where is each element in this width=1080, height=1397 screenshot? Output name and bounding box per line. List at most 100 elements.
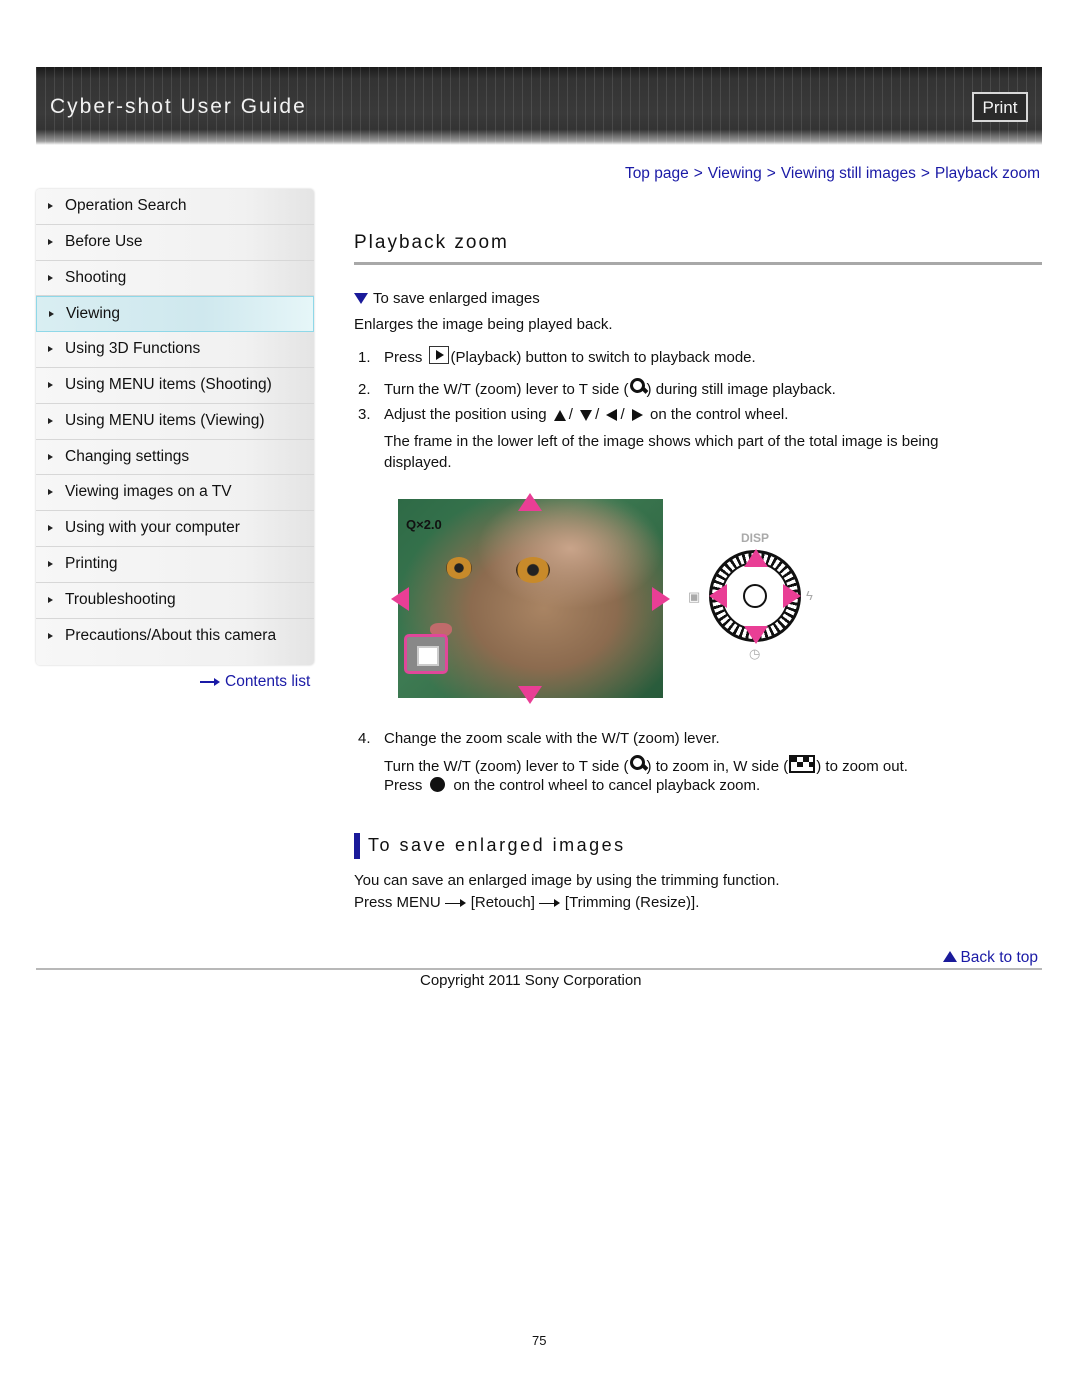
chevron-right-icon: [48, 596, 53, 603]
center-button-icon: [743, 584, 767, 608]
triangle-up-icon: [943, 951, 958, 962]
sidebar-item-label: Printing: [65, 554, 118, 572]
flash-icon: ϟ: [806, 588, 813, 603]
sidebar-item-label: Changing settings: [65, 447, 190, 465]
self-timer-icon: ◷: [749, 646, 761, 661]
guide-title: Cyber-shot User Guide: [50, 95, 307, 118]
step-number: 4.: [358, 730, 371, 747]
wheel-arrow-up-icon: [744, 549, 768, 567]
sidebar-item-viewing[interactable]: Viewing: [36, 296, 314, 333]
back-to-top-label: Back to top: [960, 949, 1038, 966]
step-text: Turn the W/T (zoom) lever to T side (: [384, 381, 629, 398]
sidebar-item-shooting[interactable]: Shooting: [36, 261, 314, 297]
arrow-down-icon: [580, 409, 593, 421]
step-text: ) to zoom in, W side (: [646, 758, 789, 775]
sidebar-item-label: Troubleshooting: [65, 590, 176, 608]
step-3-note: The frame in the lower left of the image…: [384, 433, 939, 471]
sidebar-item-changing-settings[interactable]: Changing settings: [36, 440, 314, 476]
section-accent-bar: [354, 833, 360, 859]
chevron-right-icon: [49, 311, 54, 318]
pink-arrow-right-icon: [652, 587, 670, 611]
sidebar-item-label: Operation Search: [65, 197, 187, 214]
footer-divider: [36, 968, 1042, 970]
zoom-in-icon: [629, 377, 647, 395]
step-text: (Playback) button to switch to playback …: [450, 349, 756, 366]
chevron-right-icon: [48, 274, 53, 281]
drive-mode-icon: ▣: [688, 589, 701, 604]
playback-icon: [428, 346, 449, 364]
sidebar-item-menu-shooting[interactable]: Using MENU items (Shooting): [36, 368, 314, 404]
menu-path: Press MENU [Retouch] [Trimming (Resize)].: [354, 894, 699, 911]
step-text: Change the zoom scale with the W/T (zoom…: [384, 730, 720, 747]
sidebar-item-label: Precautions/About this camera: [65, 626, 277, 644]
step-4-line-3: Press on the control wheel to cancel play…: [384, 777, 760, 794]
breadcrumb-viewing[interactable]: Viewing: [708, 165, 762, 182]
breadcrumb-separator: >: [693, 165, 703, 182]
header-bar: Cyber-shot User Guide Print: [36, 67, 1042, 145]
arrow-right-icon: [538, 899, 561, 908]
sidebar-item-viewing-on-tv[interactable]: Viewing images on a TV: [36, 475, 314, 512]
step-3: 3. Adjust the position using / / / on the…: [358, 406, 788, 423]
sidebar-item-menu-viewing[interactable]: Using MENU items (Viewing): [36, 404, 314, 440]
sidebar-item-using-3d-functions[interactable]: Using 3D Functions: [36, 332, 314, 368]
sidebar-item-label: Using with your computer: [65, 519, 240, 537]
back-to-top-link[interactable]: Back to top: [943, 949, 1038, 967]
sidebar-item-label: Viewing images on a TV: [65, 483, 232, 501]
step-number: 2.: [358, 381, 371, 398]
sidebar-item-operation-search[interactable]: Operation Search: [36, 189, 314, 225]
sidebar-item-precautions[interactable]: Precautions/About this camera: [36, 619, 314, 655]
breadcrumb-playback-zoom[interactable]: Playback zoom: [935, 165, 1040, 182]
cat-eye: [446, 557, 472, 579]
step-text: Turn the W/T (zoom) lever to T side (: [384, 758, 629, 775]
breadcrumb: Top page > Viewing > Viewing still images > Pl…: [625, 165, 1040, 183]
sidebar-item-troubleshooting[interactable]: Troubleshooting: [36, 583, 314, 619]
sidebar-item-before-use[interactable]: Before Use: [36, 225, 314, 261]
sidebar-item-label: Viewing: [66, 305, 121, 323]
sidebar-item-label: Before Use: [65, 232, 143, 250]
triangle-down-icon: [354, 293, 368, 304]
contents-list-link[interactable]: Contents list: [200, 673, 310, 691]
jump-link-label: To save enlarged images: [373, 290, 540, 307]
step-text: on the control wheel to cancel playback …: [453, 777, 761, 794]
sidebar-item-printing[interactable]: Printing: [36, 547, 314, 583]
menu-path-step: [Retouch]: [470, 894, 535, 911]
chevron-right-icon: [48, 238, 53, 245]
chevron-right-icon: [48, 525, 53, 532]
chevron-right-icon: [48, 489, 53, 496]
wheel-arrow-left-icon: [709, 584, 727, 608]
step-text: Adjust the position using: [384, 406, 547, 423]
center-button-icon: [430, 777, 446, 792]
index-zoom-out-icon: [789, 755, 816, 773]
breadcrumb-top-page[interactable]: Top page: [625, 165, 689, 182]
step-text: Press: [384, 777, 423, 794]
sidebar-item-using-with-computer[interactable]: Using with your computer: [36, 511, 314, 547]
section-title: To save enlarged images: [368, 835, 626, 855]
print-button[interactable]: Print: [972, 92, 1028, 122]
sidebar-nav: Operation Search Before Use Shooting Vie…: [36, 189, 314, 665]
breadcrumb-viewing-still-images[interactable]: Viewing still images: [781, 165, 916, 182]
step-text: on the control wheel.: [649, 406, 789, 423]
separator: /: [620, 406, 625, 423]
zoom-scale-indicator: Q×2.0: [406, 517, 442, 532]
copyright-text: Copyright 2011 Sony Corporation: [420, 972, 642, 989]
separator: /: [568, 406, 573, 423]
contents-list-label: Contents list: [225, 673, 311, 690]
arrow-left-icon: [606, 409, 618, 422]
separator: /: [595, 406, 600, 423]
sidebar-item-label: Shooting: [65, 268, 127, 286]
chevron-right-icon: [48, 560, 53, 567]
jump-link-save-enlarged[interactable]: To save enlarged images: [354, 290, 540, 307]
menu-path-step: [Trimming (Resize)].: [564, 894, 700, 911]
wheel-arrow-down-icon: [744, 626, 768, 644]
chevron-right-icon: [48, 453, 53, 460]
step-text: ) during still image playback.: [646, 381, 836, 398]
arrow-right-icon: [200, 677, 220, 686]
disp-label: DISP: [741, 531, 770, 545]
sidebar-item-label: Using MENU items (Shooting): [65, 375, 272, 393]
arrow-right-icon: [631, 409, 643, 422]
step-2: 2. Turn the W/T (zoom) lever to T side ()…: [358, 377, 836, 398]
arrow-up-icon: [553, 409, 566, 421]
step-1: 1. Press (Playback) button to switch to p…: [358, 346, 756, 366]
menu-path-step: Press MENU: [354, 894, 441, 911]
step-number: 1.: [358, 349, 371, 366]
